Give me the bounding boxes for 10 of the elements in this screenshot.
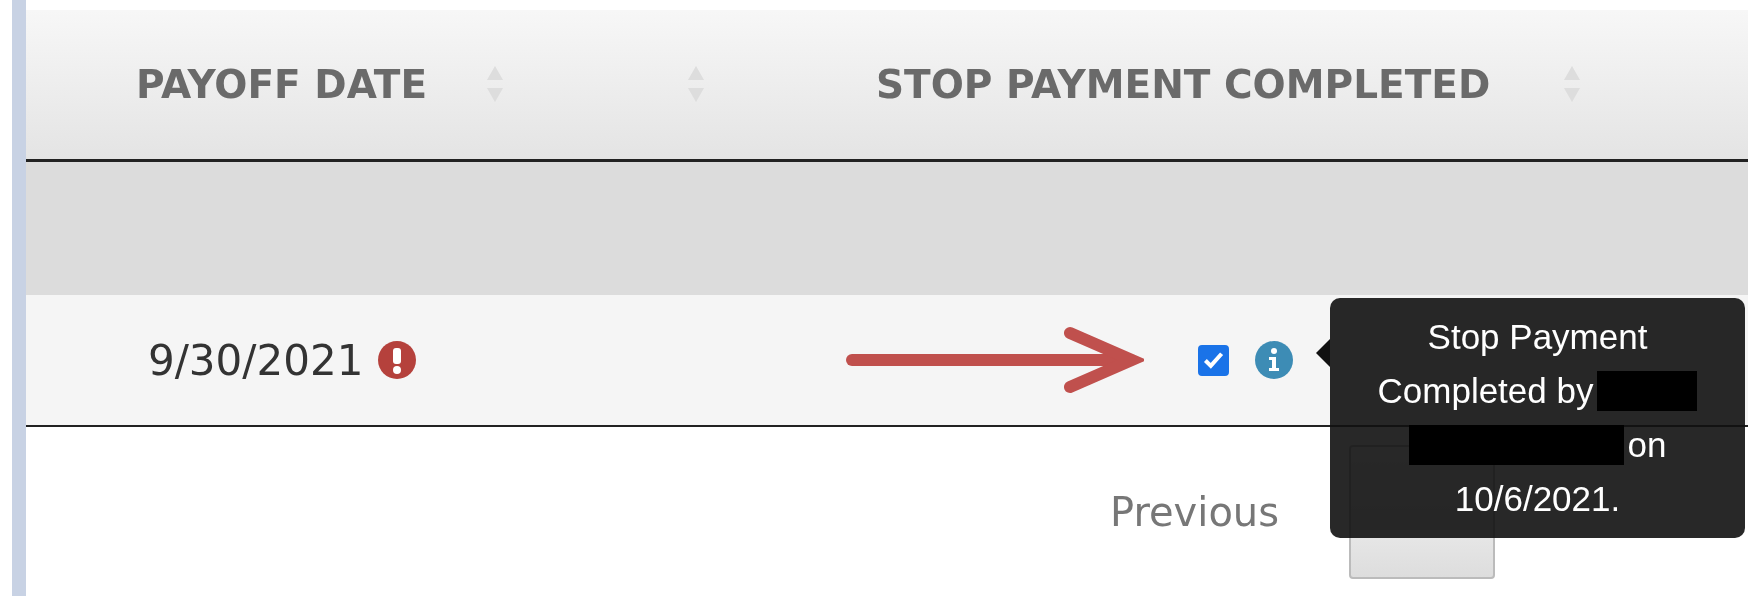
tooltip-text: 10/6/2021. [1454, 478, 1621, 520]
tooltip-text: Stop Payment [1427, 316, 1648, 358]
previous-link[interactable]: Previous [1110, 488, 1280, 535]
checkbox[interactable] [1198, 344, 1229, 376]
column-header[interactable]: STOP PAYMENT COMPLETED [876, 62, 1491, 107]
payoff-date: 9/30/2021 [148, 335, 364, 385]
info-icon[interactable] [1254, 340, 1294, 381]
column-header[interactable]: PAYOFF DATE [136, 62, 428, 107]
tooltip-text: Completed by [1377, 370, 1594, 412]
tooltip-text: on [1627, 424, 1667, 466]
